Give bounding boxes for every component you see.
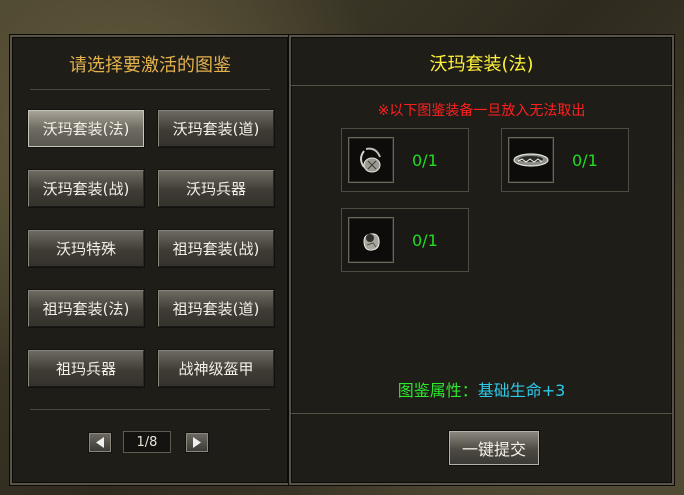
set-title: 沃玛套装(法) — [429, 54, 534, 75]
item-slot[interactable] — [348, 137, 394, 183]
page-indicator: 1/8 — [123, 431, 171, 453]
arrow-right-icon — [193, 437, 201, 448]
attribute-value: 基础生命+3 — [477, 381, 566, 400]
category-button-1[interactable]: 沃玛套装(法) — [28, 110, 144, 147]
divider — [291, 85, 672, 86]
divider — [30, 409, 270, 410]
category-button-8[interactable]: 祖玛套装(道) — [158, 290, 274, 327]
item-slot[interactable] — [508, 137, 554, 183]
category-panel-title: 请选择要激活的图鉴 — [69, 55, 231, 76]
attribute-label: 图鉴属性： — [397, 381, 478, 400]
item-count: 0/1 — [412, 231, 438, 250]
item-card: 0/1 — [341, 208, 469, 272]
item-count: 0/1 — [572, 151, 598, 170]
divider — [291, 413, 672, 414]
next-page-button[interactable] — [186, 433, 208, 452]
category-button-10[interactable]: 战神级盔甲 — [158, 350, 274, 387]
necklace-icon — [360, 147, 381, 173]
item-card: 0/1 — [341, 128, 469, 192]
warning-text: ※以下图鉴装备一旦放入无法取出 — [377, 103, 586, 119]
item-count: 0/1 — [412, 151, 438, 170]
attribute-line: 图鉴属性：基础生命+3 — [291, 377, 672, 401]
category-panel: 请选择要激活的图鉴 沃玛套装(法) 沃玛套装(道) 沃玛套装(战) 沃玛兵器 沃… — [10, 35, 290, 485]
prev-page-button[interactable] — [89, 433, 111, 452]
item-card: 0/1 — [501, 128, 629, 192]
item-slot[interactable] — [348, 217, 394, 263]
category-button-9[interactable]: 祖玛兵器 — [28, 350, 144, 387]
category-button-6[interactable]: 祖玛套装(战) — [158, 230, 274, 267]
detail-panel: 沃玛套装(法) ※以下图鉴装备一旦放入无法取出 0/1 0/1 0/1 图鉴属性… — [289, 35, 674, 485]
category-button-3[interactable]: 沃玛套装(战) — [28, 170, 144, 207]
submit-all-button[interactable]: 一键提交 — [449, 431, 539, 465]
category-button-5[interactable]: 沃玛特殊 — [28, 230, 144, 267]
category-button-7[interactable]: 祖玛套装(法) — [28, 290, 144, 327]
category-button-4[interactable]: 沃玛兵器 — [158, 170, 274, 207]
divider — [30, 89, 270, 90]
category-button-2[interactable]: 沃玛套装(道) — [158, 110, 274, 147]
ring-icon — [363, 233, 380, 251]
arrow-left-icon — [96, 437, 104, 448]
bracelet-icon — [513, 153, 549, 167]
